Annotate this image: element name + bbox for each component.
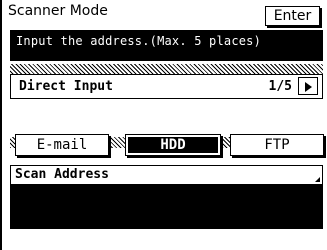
scanner-panel: Scanner Mode Enter Input the address.(Ma… <box>0 0 327 250</box>
direct-input-label: Direct Input <box>19 79 113 94</box>
corner-marker-icon <box>315 177 320 182</box>
instruction-message: Input the address.(Max. 5 places) <box>10 30 323 61</box>
page-indicator: 1/5 <box>268 79 292 94</box>
hdd-button[interactable]: HDD <box>125 134 221 156</box>
enter-button[interactable]: Enter <box>265 6 320 26</box>
screen-title: Scanner Mode <box>8 3 108 19</box>
ftp-button[interactable]: FTP <box>230 134 324 156</box>
scan-address-header: Scan Address <box>10 165 323 185</box>
direct-input-row[interactable]: Direct Input 1/5 <box>10 74 323 99</box>
arrow-right-icon <box>305 82 312 92</box>
button-area <box>10 99 323 137</box>
next-page-button[interactable] <box>298 77 318 95</box>
scan-address-field[interactable] <box>10 185 323 229</box>
scan-address-label: Scan Address <box>15 167 109 182</box>
email-button[interactable]: E-mail <box>15 134 109 156</box>
